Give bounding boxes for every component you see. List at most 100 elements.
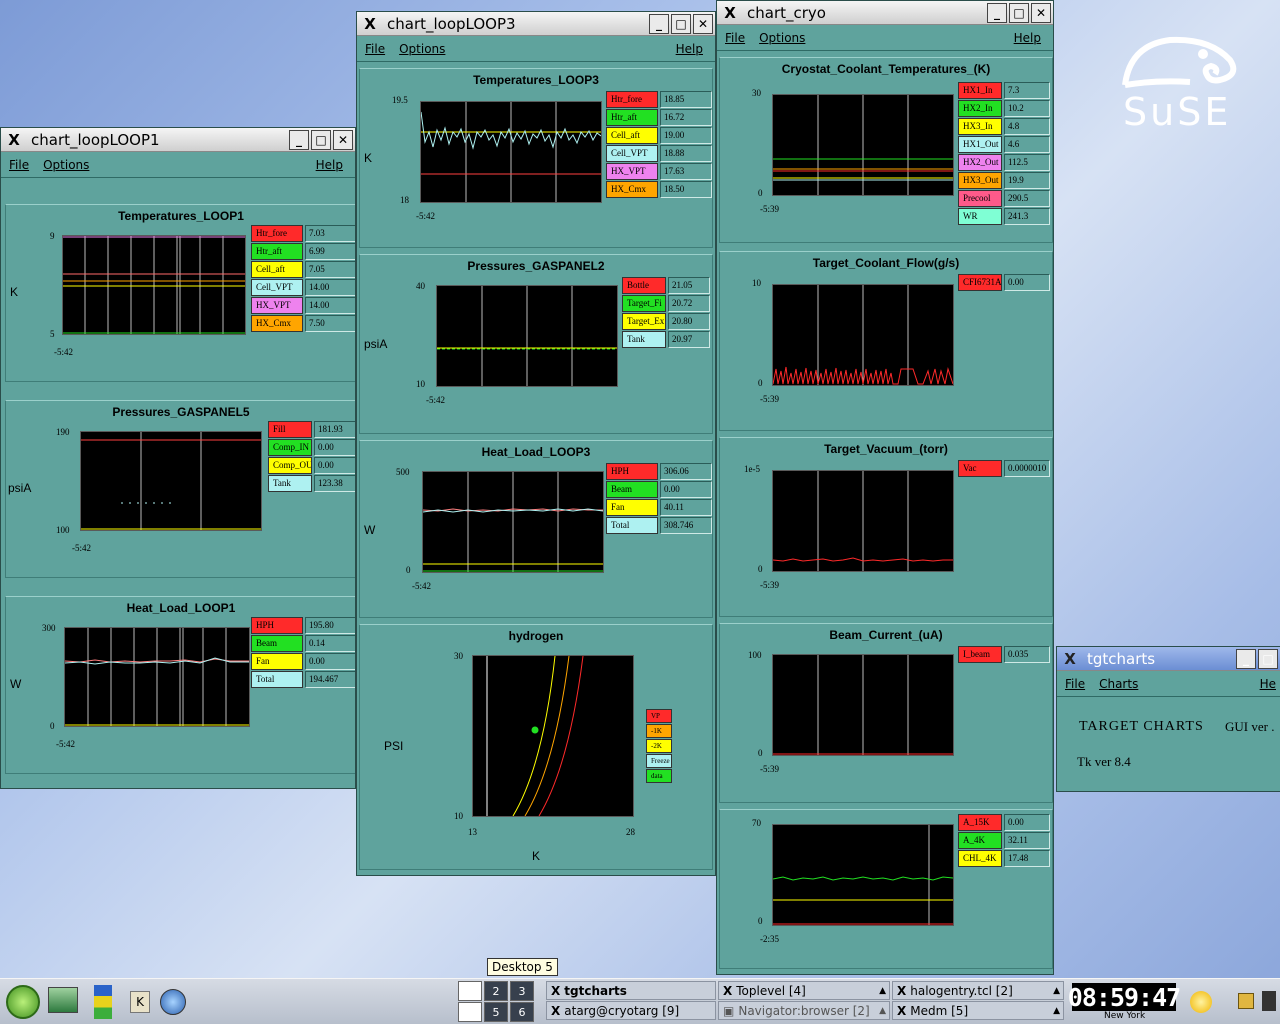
series-name[interactable]: HX_VPT bbox=[606, 163, 658, 180]
plot-area[interactable] bbox=[436, 285, 618, 387]
sun-icon[interactable] bbox=[1190, 991, 1212, 1013]
series-name[interactable]: HPH bbox=[606, 463, 658, 480]
series-name[interactable]: data bbox=[646, 769, 672, 783]
maximize-button[interactable]: □ bbox=[1258, 648, 1278, 669]
cryo-titlebar[interactable]: X chart_cryo _ □ ✕ bbox=[717, 1, 1053, 25]
series-name[interactable]: Target_Ex bbox=[622, 313, 666, 330]
series-name[interactable]: Target_Fi bbox=[622, 295, 666, 312]
series-name[interactable]: Beam bbox=[606, 481, 658, 498]
suse-menu-icon[interactable] bbox=[6, 985, 40, 1019]
bar-icon[interactable] bbox=[94, 985, 112, 1019]
series-name[interactable]: Htr_aft bbox=[251, 243, 303, 260]
x-window-icon[interactable]: X bbox=[723, 4, 737, 22]
desktop-icon[interactable] bbox=[48, 987, 78, 1013]
series-name[interactable]: -2K bbox=[646, 739, 672, 753]
series-name[interactable]: Htr_aft bbox=[606, 109, 658, 126]
series-name[interactable]: Vac bbox=[958, 460, 1002, 477]
plot-area[interactable] bbox=[772, 94, 954, 196]
x-window-icon[interactable]: X bbox=[363, 15, 377, 33]
desktop-1-thumbnail[interactable] bbox=[458, 981, 482, 1001]
task-atarg[interactable]: Xatarg@cryotarg [9] bbox=[546, 1001, 716, 1020]
series-name[interactable]: Bottle bbox=[622, 277, 666, 294]
series-name[interactable]: HX_Cmx bbox=[251, 315, 303, 332]
plot-area[interactable] bbox=[472, 655, 634, 817]
series-name[interactable]: Cell_aft bbox=[251, 261, 303, 278]
series-name[interactable]: HX_VPT bbox=[251, 297, 303, 314]
series-name[interactable]: HX_Cmx bbox=[606, 181, 658, 198]
menu-help[interactable]: He bbox=[1260, 677, 1276, 691]
series-name[interactable]: CFI6731A bbox=[958, 274, 1002, 291]
minimize-button[interactable]: _ bbox=[987, 2, 1007, 23]
menu-file[interactable]: File bbox=[365, 42, 385, 56]
series-name[interactable]: Cell_VPT bbox=[606, 145, 658, 162]
series-name[interactable]: HPH bbox=[251, 617, 303, 634]
menu-options[interactable]: Options bbox=[759, 31, 805, 45]
series-name[interactable]: Fan bbox=[606, 499, 658, 516]
menu-charts[interactable]: Charts bbox=[1099, 677, 1138, 691]
series-name[interactable]: -1K bbox=[646, 724, 672, 738]
menu-file[interactable]: File bbox=[1065, 677, 1085, 691]
desktop-3[interactable]: 3 bbox=[510, 981, 534, 1001]
task-navigator[interactable]: ▣ Navigator:browser [2] ▲ bbox=[718, 1001, 890, 1020]
series-name[interactable]: Tank bbox=[622, 331, 666, 348]
series-name[interactable]: Htr_fore bbox=[606, 91, 658, 108]
task-tgtcharts[interactable]: Xtgtcharts bbox=[546, 981, 716, 1000]
series-name[interactable]: WR bbox=[958, 208, 1002, 225]
series-name[interactable]: I_beam bbox=[958, 646, 1002, 663]
plot-area[interactable] bbox=[80, 431, 262, 531]
close-button[interactable]: ✕ bbox=[693, 13, 713, 34]
series-name[interactable]: Beam bbox=[251, 635, 303, 652]
x-window-icon[interactable]: X bbox=[7, 131, 21, 149]
maximize-button[interactable]: □ bbox=[671, 13, 691, 34]
plot-area[interactable] bbox=[64, 627, 250, 727]
close-button[interactable]: ✕ bbox=[333, 129, 353, 150]
plot-area[interactable] bbox=[772, 470, 954, 572]
series-name[interactable]: HX1_Out bbox=[958, 136, 1002, 153]
series-name[interactable]: Freeze bbox=[646, 754, 672, 768]
menu-options[interactable]: Options bbox=[399, 42, 445, 56]
task-toplevel[interactable]: X Toplevel [4] ▲ bbox=[718, 981, 890, 1000]
series-name[interactable]: HX2_Out bbox=[958, 154, 1002, 171]
series-name[interactable]: Fill bbox=[268, 421, 312, 438]
menu-help[interactable]: Help bbox=[316, 158, 343, 172]
plot-area[interactable] bbox=[422, 471, 604, 573]
task-medm[interactable]: X Medm [5] ▲ bbox=[892, 1001, 1064, 1020]
desktop-5[interactable]: 5 bbox=[484, 1002, 508, 1022]
series-name[interactable]: A_4K bbox=[958, 832, 1002, 849]
series-name[interactable]: Cell_aft bbox=[606, 127, 658, 144]
minimize-button[interactable]: _ bbox=[649, 13, 669, 34]
task-halogentry[interactable]: Xhalogentry.tcl [2] ▲ bbox=[892, 981, 1064, 1000]
chevron-up-icon[interactable]: ▲ bbox=[1053, 1006, 1060, 1016]
series-name[interactable]: Htr_fore bbox=[251, 225, 303, 242]
series-name[interactable]: Comp_IN bbox=[268, 439, 312, 456]
series-name[interactable]: HX3_In bbox=[958, 118, 1002, 135]
lock-icon[interactable] bbox=[1238, 993, 1254, 1009]
series-name[interactable]: A_15K bbox=[958, 814, 1002, 831]
desktop-2[interactable]: 2 bbox=[484, 981, 508, 1001]
series-name[interactable]: Total bbox=[606, 517, 658, 534]
menu-file[interactable]: File bbox=[9, 158, 29, 172]
minimize-button[interactable]: _ bbox=[1236, 648, 1256, 669]
konqueror-icon[interactable]: K bbox=[130, 991, 150, 1013]
plot-area[interactable] bbox=[420, 101, 602, 203]
series-name[interactable]: VP bbox=[646, 709, 672, 723]
loop3-titlebar[interactable]: X chart_loopLOOP3 _ □ ✕ bbox=[357, 12, 715, 36]
chevron-up-icon[interactable]: ▲ bbox=[879, 986, 886, 996]
series-name[interactable]: Comp_OUT bbox=[268, 457, 312, 474]
maximize-button[interactable]: □ bbox=[311, 129, 331, 150]
browser-icon[interactable] bbox=[160, 989, 186, 1015]
desktop-6[interactable]: 6 bbox=[510, 1002, 534, 1022]
close-button[interactable]: ✕ bbox=[1031, 2, 1051, 23]
series-name[interactable]: Fan bbox=[251, 653, 303, 670]
tgtcharts-titlebar[interactable]: X tgtcharts _ □ bbox=[1057, 647, 1280, 671]
menu-help[interactable]: Help bbox=[1014, 31, 1041, 45]
loop1-titlebar[interactable]: X chart_loopLOOP1 _ □ ✕ bbox=[1, 128, 355, 152]
series-name[interactable]: HX3_Out bbox=[958, 172, 1002, 189]
series-name[interactable]: Precool bbox=[958, 190, 1002, 207]
plot-area[interactable] bbox=[772, 824, 954, 926]
menu-help[interactable]: Help bbox=[676, 42, 703, 56]
plot-area[interactable] bbox=[772, 654, 954, 756]
maximize-button[interactable]: □ bbox=[1009, 2, 1029, 23]
logout-icon[interactable] bbox=[1262, 991, 1276, 1011]
series-name[interactable]: HX1_In bbox=[958, 82, 1002, 99]
